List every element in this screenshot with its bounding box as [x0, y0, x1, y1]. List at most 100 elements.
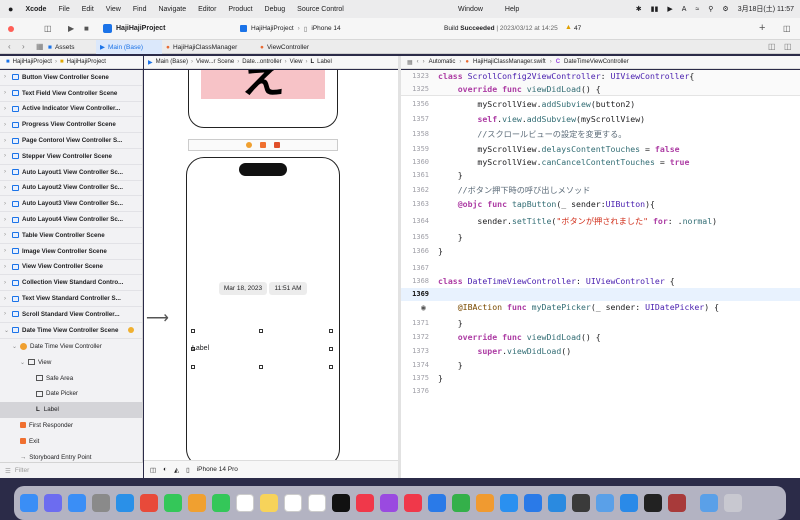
previous-scene-iphone[interactable]: え: [188, 70, 338, 128]
outline-item[interactable]: › View View Controller Scene: [0, 260, 142, 276]
disclosure-icon[interactable]: ›: [4, 248, 12, 254]
battery-icon[interactable]: ▮▮: [651, 5, 659, 13]
outline-item[interactable]: ⌄ View: [0, 354, 142, 370]
add-editor-icon[interactable]: ◫: [784, 42, 792, 51]
trash-icon[interactable]: [724, 494, 742, 512]
view-controller-icon[interactable]: [246, 142, 252, 148]
code-line[interactable]: 1365 }: [401, 231, 800, 244]
code-line[interactable]: 1362 //ボタン押下時の呼び出しメソッド: [401, 184, 800, 197]
resize-handle[interactable]: [259, 365, 263, 369]
orientation-icon[interactable]: ◭: [174, 466, 179, 474]
preview-icon[interactable]: [596, 494, 614, 512]
finder-icon[interactable]: [20, 494, 38, 512]
jumpbar-item[interactable]: Label: [317, 59, 332, 65]
filter-input[interactable]: Filter: [15, 467, 29, 474]
menu-edit[interactable]: Edit: [82, 6, 94, 13]
outline-item[interactable]: › Text Field View Controller Scene: [0, 86, 142, 102]
warning-icon[interactable]: [128, 327, 134, 334]
code-line[interactable]: 1357 self.view.addSubview(myScrollView): [401, 113, 800, 126]
appstore-icon[interactable]: [500, 494, 518, 512]
messages-icon[interactable]: [164, 494, 182, 512]
outline-item[interactable]: › Table View Controller Scene: [0, 228, 142, 244]
jumpbar-item[interactable]: Main (Base): [156, 59, 188, 65]
warning-icon[interactable]: ▲: [565, 24, 572, 31]
code-line[interactable]: 1368 class DateTimeViewController: UIView…: [401, 275, 800, 288]
disclosure-icon[interactable]: ›: [4, 153, 12, 159]
related-items-icon[interactable]: ▦: [36, 42, 44, 51]
code-line[interactable]: 1369: [401, 288, 800, 301]
code-line[interactable]: 1375}: [401, 372, 800, 385]
mail-icon[interactable]: [68, 494, 86, 512]
outline-toggle-icon[interactable]: ◫: [150, 466, 156, 474]
device-config-label[interactable]: iPhone 14 Pro: [197, 466, 238, 473]
disclosure-icon[interactable]: ›: [4, 90, 12, 96]
code-line[interactable]: 1360 myScrollView.canCancelContentTouche…: [401, 156, 800, 169]
related-items-icon[interactable]: ▦: [407, 59, 413, 66]
music-icon[interactable]: [356, 494, 374, 512]
code-line[interactable]: 1372 override func viewDidLoad() {: [401, 331, 800, 344]
stop-button-icon[interactable]: ■: [84, 24, 89, 33]
jumpbar-item[interactable]: HajiHajiProject: [13, 59, 52, 65]
menu-product[interactable]: Product: [228, 6, 252, 13]
outline-item[interactable]: → Storyboard Entry Point: [0, 449, 142, 462]
outlet-connection-icon[interactable]: ◉: [421, 301, 426, 314]
storyboard-entry-arrow-icon[interactable]: ⟶: [146, 311, 169, 327]
tab-assets[interactable]: ■ Assets: [48, 40, 96, 54]
scheme-selector[interactable]: HajiHajiProject › ▯ iPhone 14: [240, 22, 341, 35]
forward-icon[interactable]: ›: [423, 59, 425, 65]
exit-icon[interactable]: [274, 142, 280, 148]
jumpbar-item[interactable]: DateTimeViewController: [564, 59, 629, 65]
code-line[interactable]: 1366}: [401, 245, 800, 258]
filter-icon[interactable]: ☰: [5, 467, 11, 475]
tab-class-manager[interactable]: ● HajiHajiClassManager: [166, 40, 256, 54]
menu-app-name[interactable]: Xcode: [25, 6, 46, 13]
launchpad-icon[interactable]: [44, 494, 62, 512]
outline-item[interactable]: L Label: [0, 401, 142, 418]
wifi-icon[interactable]: ≈: [695, 6, 699, 13]
sidebar-toggle-icon[interactable]: ◫: [44, 24, 52, 33]
jumpbar-item[interactable]: HajiHajiClassManager.swift: [473, 59, 546, 65]
disclosure-icon[interactable]: ›: [4, 122, 12, 128]
menu-debug[interactable]: Debug: [265, 6, 286, 13]
disclosure-icon[interactable]: ›: [4, 280, 12, 286]
run-button-icon[interactable]: ▶: [68, 24, 74, 33]
numbers-icon[interactable]: [452, 494, 470, 512]
code-line[interactable]: 1356 myScrollView.addSubview(button2): [401, 98, 800, 111]
menu-find[interactable]: Find: [133, 6, 147, 13]
photos-icon[interactable]: [188, 494, 206, 512]
project-title[interactable]: HajiHajiProject: [116, 25, 165, 32]
disclosure-icon[interactable]: ›: [4, 264, 12, 270]
disclosure-icon[interactable]: ›: [4, 217, 12, 223]
first-responder-icon[interactable]: [260, 142, 266, 148]
search-icon[interactable]: ⚲: [708, 5, 713, 13]
code-line[interactable]: 1361 }: [401, 169, 800, 182]
code-line[interactable]: 1323 class ScrollConfig2ViewController: U…: [401, 70, 800, 83]
warning-count[interactable]: 47: [574, 25, 581, 32]
menu-help[interactable]: Help: [505, 6, 519, 13]
jumpbar-item[interactable]: Date...ontroller: [242, 59, 281, 65]
code-line[interactable]: 1374 }: [401, 359, 800, 372]
code-line[interactable]: 1364 sender.setTitle("ボタンが押されました" for: .…: [401, 215, 800, 228]
outline-item[interactable]: Exit: [0, 433, 142, 449]
outline-item[interactable]: Date Picker: [0, 386, 142, 402]
scene-dock[interactable]: [188, 139, 338, 151]
code-line[interactable]: 1376: [401, 385, 800, 398]
resize-handle[interactable]: [329, 365, 333, 369]
label-element[interactable]: Label: [192, 345, 209, 352]
freeform-icon[interactable]: [308, 494, 326, 512]
disclosure-icon[interactable]: ⌄: [4, 327, 12, 334]
source-editor[interactable]: 1323 class ScrollConfig2ViewController: U…: [401, 70, 800, 478]
menu-view[interactable]: View: [106, 6, 121, 13]
zoom-icon[interactable]: [620, 494, 638, 512]
disclosure-icon[interactable]: ⌄: [20, 359, 28, 366]
resize-handle[interactable]: [329, 329, 333, 333]
outline-item[interactable]: › Page Contorol View Controller S...: [0, 133, 142, 149]
jumpbar-item[interactable]: View...r Scene: [196, 59, 234, 65]
outline-item[interactable]: › Scroll Standard View Controller...: [0, 307, 142, 323]
resize-handle[interactable]: [191, 329, 195, 333]
back-icon[interactable]: ‹: [8, 42, 11, 51]
bluetooth-icon[interactable]: ✱: [636, 5, 642, 13]
xcode-icon[interactable]: [524, 494, 542, 512]
outline-item[interactable]: › Auto Layout2 View Controller Sc...: [0, 181, 142, 197]
tab-view-controller[interactable]: ● ViewController: [260, 40, 330, 54]
